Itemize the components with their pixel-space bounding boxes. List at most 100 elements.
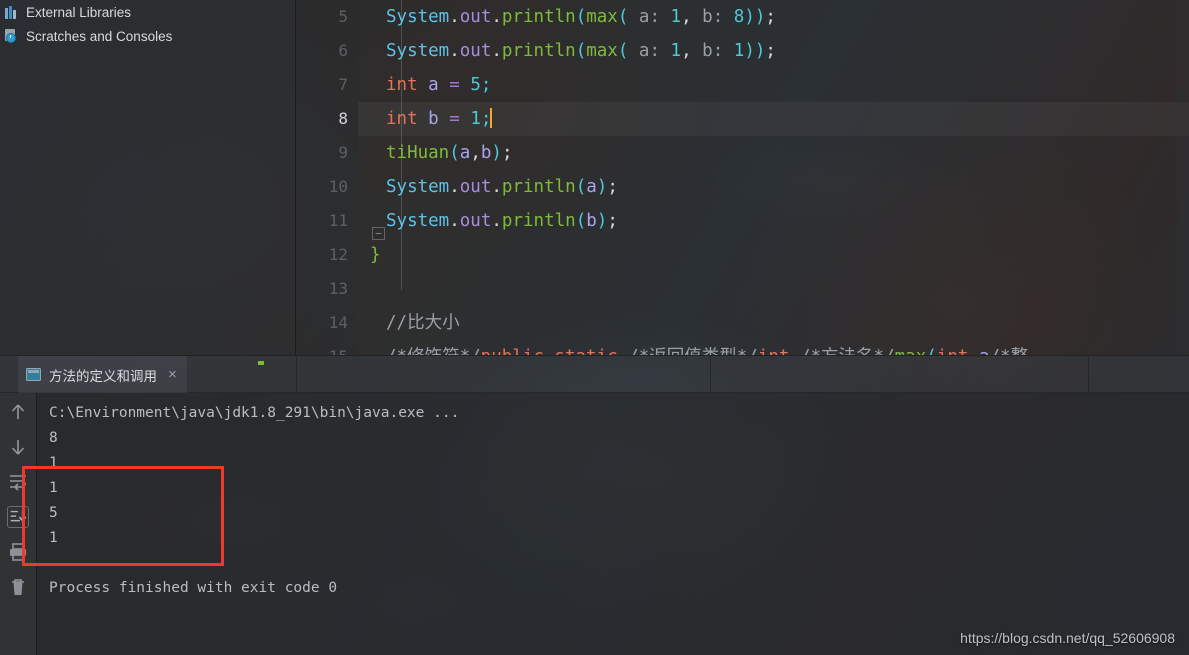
code-token: println [501,7,576,27]
code-line[interactable]: System.out.println(max( a: 1, b: 8)); [358,0,1189,34]
code-token: /*整 [990,347,1029,355]
tab-run-configuration[interactable]: 方法的定义和调用 × [18,356,187,393]
console-output-panel[interactable]: C:\Environment\java\jdk1.8_291\bin\java.… [36,393,1189,655]
code-token: , [681,41,703,61]
code-token: System [386,7,450,27]
code-token: int [937,347,969,355]
library-bars-icon [4,5,19,20]
code-token: , [470,143,481,163]
line-number[interactable]: 13 [296,272,358,306]
run-status-indicator [258,361,264,365]
code-line[interactable]: } [358,238,1189,272]
code-token: ; [607,177,618,197]
sidebar-item-label: External Libraries [26,4,132,20]
code-token: , [681,7,703,27]
line-number[interactable]: 5 [296,0,358,34]
code-token: System [386,41,450,61]
code-token: ) [596,177,608,197]
code-token: . [449,7,460,27]
line-number[interactable]: 6 [296,34,358,68]
code-token: b [586,211,597,231]
code-line[interactable]: tiHuan(a,b); [358,136,1189,170]
code-line[interactable]: int b = 1; [358,102,1189,136]
code-token: out [459,177,492,197]
code-token: ; [480,75,492,95]
code-editor[interactable]: 56789101112131415 − System.out.println(m… [296,0,1189,355]
strip-divider [710,356,711,392]
code-token: 5 [470,75,481,95]
code-line[interactable]: System.out.println(max( a: 1, b: 1)); [358,34,1189,68]
tab-label: 方法的定义和调用 [49,368,157,384]
code-token: b [480,143,492,163]
text-caret [490,108,493,128]
line-number[interactable]: 7 [296,68,358,102]
line-number[interactable]: 14 [296,306,358,340]
code-line[interactable]: System.out.println(b); [358,204,1189,238]
code-token: . [449,211,460,231]
code-token: 1 [670,7,682,27]
line-number[interactable]: 12 [296,238,358,272]
soft-wrap-icon[interactable] [7,471,29,493]
scroll-to-end-icon[interactable] [7,506,29,528]
scratch-clock-icon [4,28,19,44]
code-token: a: [628,7,671,27]
code-line[interactable]: /*修饰符*/public static /*返回值类型*/int /*方法名*… [358,340,1189,355]
code-token: . [491,177,502,197]
trash-icon[interactable] [7,576,29,598]
code-token: out [459,211,492,231]
sidebar-item-scratches-and-consoles[interactable]: Scratches and Consoles [0,24,295,48]
console-output-line: 1 [49,480,58,496]
console-output-line: Process finished with exit code 0 [49,580,338,596]
code-token: b: [702,7,734,27]
code-token: ) [596,211,608,231]
code-line[interactable]: System.out.println(a); [358,170,1189,204]
code-token: . [491,211,502,231]
line-number-gutter[interactable]: 56789101112131415 [296,0,358,355]
code-line[interactable]: int a = 5; [358,68,1189,102]
line-number[interactable]: 9 [296,136,358,170]
line-number[interactable]: 8 [296,102,358,136]
line-number[interactable]: 11 [296,204,358,238]
code-token: b [428,109,439,129]
line-number[interactable]: 10 [296,170,358,204]
editor-scrollbar[interactable] [1177,0,1189,355]
console-toolbar[interactable] [0,393,36,655]
code-token: ( [575,211,587,231]
run-tool-window-header[interactable]: 方法的定义和调用 × [0,355,1189,393]
code-token: out [459,41,492,61]
down-arrow-icon[interactable] [7,436,29,458]
code-token: ( [575,177,587,197]
code-token: ( [617,41,629,61]
code-token: ( [617,7,629,27]
code-text-area[interactable]: System.out.println(max( a: 1, b: 8)); Sys… [358,0,1189,355]
console-output-line: C:\Environment\java\jdk1.8_291\bin\java.… [49,405,460,421]
code-token: 1 [670,41,682,61]
code-token: out [459,7,492,27]
code-token: //比大小 [386,313,460,333]
up-arrow-icon[interactable] [7,401,29,423]
code-token: ( [575,7,587,27]
code-token: max [895,347,927,355]
code-token: )) [744,41,766,61]
project-tool-window[interactable]: External Libraries Scratches and Console… [0,0,296,355]
line-number[interactable]: 15 [296,340,358,355]
code-line[interactable] [358,272,1189,306]
code-token: System [386,177,450,197]
code-token: public static [481,347,629,355]
code-token: . [491,41,502,61]
code-token: . [449,177,460,197]
code-token: int [386,109,418,129]
code-token: a [979,347,990,355]
close-icon[interactable]: × [168,367,177,382]
code-token: System [386,211,450,231]
sidebar-item-external-libraries[interactable]: External Libraries [0,0,295,24]
code-token: ; [765,7,776,27]
print-icon[interactable] [7,541,29,563]
strip-divider [296,356,297,392]
code-token: ( [575,41,587,61]
code-line[interactable]: //比大小 [358,306,1189,340]
